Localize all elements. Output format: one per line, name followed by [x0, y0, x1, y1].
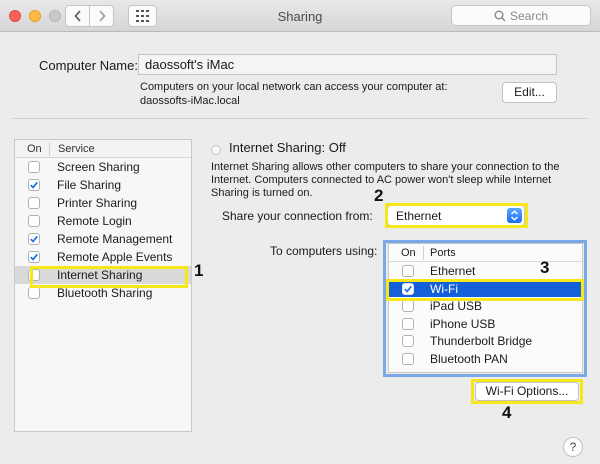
service-checkbox[interactable] — [28, 179, 40, 191]
service-checkbox[interactable] — [28, 233, 40, 245]
service-name: Printer Sharing — [57, 196, 138, 210]
annotation-badge-4: 4 — [502, 403, 512, 422]
sharing-window: Sharing Search Computer Name: Computers … — [0, 0, 600, 464]
col-on-header: On — [27, 143, 42, 155]
annotation-highlight-wifi — [386, 279, 584, 301]
share-from-label: Share your connection from: — [222, 209, 373, 223]
service-row[interactable]: File Sharing — [15, 176, 191, 194]
network-access-text: Computers on your local network can acce… — [140, 81, 448, 93]
search-field[interactable]: Search — [451, 5, 591, 26]
service-checkbox[interactable] — [28, 287, 40, 299]
edit-hostname-button[interactable]: Edit... — [502, 82, 557, 103]
service-row[interactable]: Screen Sharing — [15, 158, 191, 176]
checkmark-icon — [30, 253, 38, 261]
divider — [12, 118, 588, 119]
checkmark-icon — [30, 235, 38, 243]
service-row[interactable]: Remote Management — [15, 230, 191, 248]
search-placeholder: Search — [509, 8, 549, 23]
to-computers-label: To computers using: — [270, 244, 378, 258]
annotation-highlight-internet-sharing — [30, 266, 188, 288]
service-checkbox[interactable] — [28, 197, 40, 209]
annotation-badge-1: 1 — [194, 261, 204, 280]
annotation-highlight-wifi-options — [471, 379, 583, 404]
service-name: Remote Management — [57, 232, 173, 246]
search-icon — [494, 10, 506, 22]
ports-list-focus-ring — [383, 240, 587, 377]
internet-sharing-description: Internet Sharing allows other computers … — [211, 161, 560, 199]
internet-sharing-status: Internet Sharing: Off — [229, 140, 346, 155]
service-row[interactable]: Remote Apple Events — [15, 248, 191, 266]
annotation-badge-3: 3 — [540, 258, 550, 277]
service-list-header: On Service — [15, 140, 191, 158]
computer-name-input[interactable] — [138, 54, 557, 75]
annotation-highlight-share-from — [385, 203, 528, 228]
title-bar: Sharing Search — [0, 0, 600, 32]
service-name: Remote Login — [57, 214, 132, 228]
checkmark-icon — [30, 181, 38, 189]
service-name: Bluetooth Sharing — [57, 286, 153, 300]
service-checkbox[interactable] — [28, 251, 40, 263]
internet-sharing-status-indicator — [211, 145, 221, 155]
service-row[interactable]: Printer Sharing — [15, 194, 191, 212]
service-name: File Sharing — [57, 178, 122, 192]
computer-name-info: Computers on your local network can acce… — [140, 80, 480, 108]
service-name: Screen Sharing — [57, 160, 140, 174]
local-hostname: daossofts-iMac.local — [140, 95, 240, 107]
computer-name-label: Computer Name: — [39, 58, 138, 73]
service-name: Remote Apple Events — [57, 250, 173, 264]
col-service-header: Service — [58, 143, 95, 155]
annotation-badge-2: 2 — [374, 186, 384, 205]
service-checkbox[interactable] — [28, 161, 40, 173]
help-button[interactable]: ? — [563, 437, 583, 457]
service-checkbox[interactable] — [28, 215, 40, 227]
column-separator — [49, 142, 50, 156]
service-row[interactable]: Remote Login — [15, 212, 191, 230]
